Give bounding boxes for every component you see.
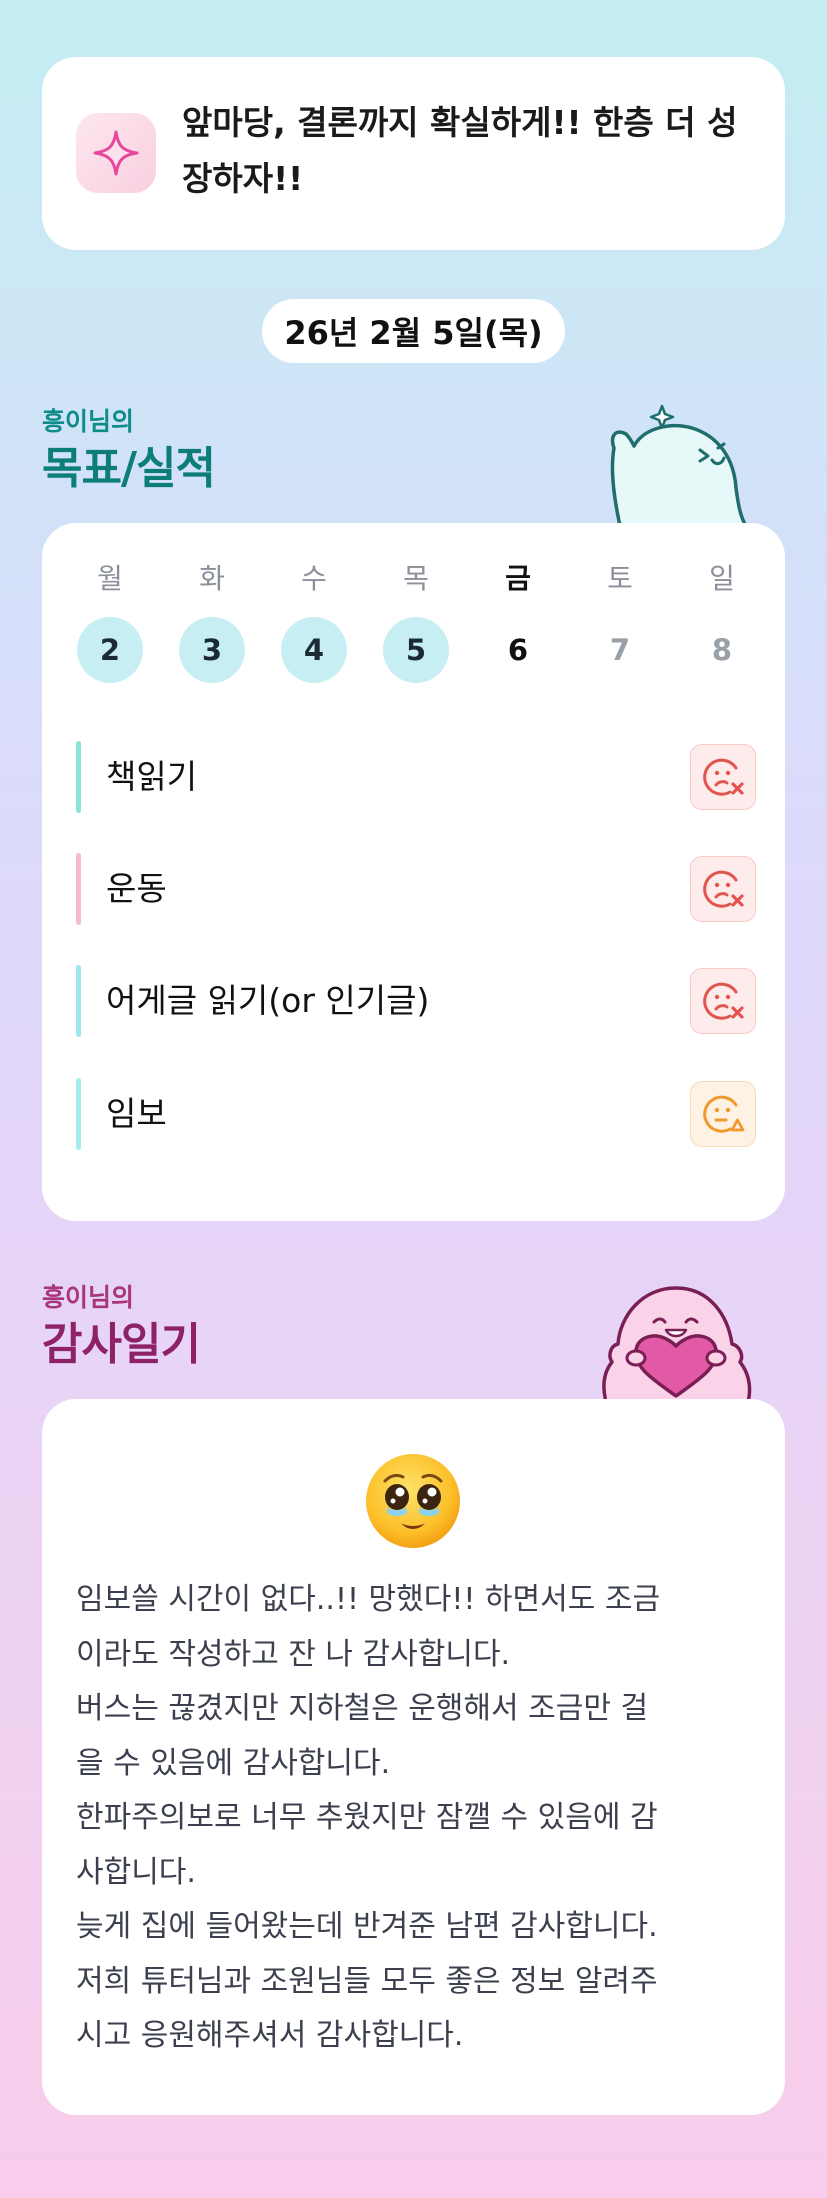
diary-text: 임보쓸 시간이 없다..!! 망했다!! 하면서도 조금 이라도 작성하고 잔 …: [76, 1582, 661, 2053]
sparkle-icon: [76, 113, 156, 193]
day-tue[interactable]: 화 3: [178, 559, 246, 683]
goal-color-bar: [76, 741, 81, 813]
goal-color-bar: [76, 853, 81, 925]
goal-label: 운동: [106, 869, 167, 908]
motto-text: 앞마당, 결론까지 확실하게!! 한층 더 성장하자!!: [182, 103, 738, 198]
goal-item[interactable]: 어게글 읽기(or 인기글): [76, 965, 756, 1037]
day-label: 금: [505, 562, 531, 595]
heart-hugging-ghost-mascot: [602, 1286, 752, 1402]
day-label: 일: [709, 562, 735, 595]
sad-face-x-icon[interactable]: [690, 744, 756, 810]
day-fri[interactable]: 금 6: [484, 559, 552, 683]
day-number: 6: [507, 633, 529, 667]
sad-face-x-icon[interactable]: [690, 968, 756, 1034]
day-number: 7: [609, 633, 631, 667]
motto-card: 앞마당, 결론까지 확실하게!! 한층 더 성장하자!!: [42, 57, 785, 250]
waving-ghost-mascot: [610, 404, 748, 526]
goal-label: 책읽기: [106, 757, 198, 796]
day-label: 화: [199, 562, 225, 595]
day-number: 2: [77, 617, 143, 683]
goal-color-bar: [76, 1078, 81, 1150]
day-label: 목: [403, 562, 429, 595]
goal-item[interactable]: 책읽기: [76, 741, 756, 813]
day-number: 3: [179, 617, 245, 683]
day-number: 8: [711, 633, 733, 667]
sad-face-x-icon[interactable]: [690, 856, 756, 922]
goal-label: 임보: [106, 1094, 167, 1133]
date-pill[interactable]: 26년 2월 5일(목): [262, 299, 565, 363]
goal-item[interactable]: 운동: [76, 853, 756, 925]
day-thu[interactable]: 목 5: [382, 559, 450, 683]
goal-color-bar: [76, 965, 81, 1037]
day-label: 수: [301, 562, 327, 595]
gratitude-diary-card: 임보쓸 시간이 없다..!! 망했다!! 하면서도 조금 이라도 작성하고 잔 …: [42, 1399, 785, 2115]
day-mon[interactable]: 월 2: [76, 559, 144, 683]
day-sun[interactable]: 일 8: [688, 559, 756, 683]
day-number: 4: [281, 617, 347, 683]
day-label: 토: [607, 562, 633, 595]
week-calendar: 월 2 화 3 수 4 목 5 금 6 토 7 일 8: [76, 559, 756, 683]
neutral-face-triangle-icon[interactable]: [690, 1081, 756, 1147]
pleading-face-emoji: [363, 1451, 463, 1551]
goals-title: 목표/실적: [42, 443, 216, 494]
diary-title: 감사일기: [42, 1319, 201, 1370]
day-sat[interactable]: 토 7: [586, 559, 654, 683]
goal-label: 어게글 읽기(or 인기글): [106, 981, 430, 1020]
day-label: 월: [97, 562, 123, 595]
goals-card: 월 2 화 3 수 4 목 5 금 6 토 7 일 8 책읽기 운동 어게글 읽…: [42, 523, 785, 1221]
day-number: 5: [383, 617, 449, 683]
day-wed[interactable]: 수 4: [280, 559, 348, 683]
goal-item[interactable]: 임보: [76, 1078, 756, 1150]
